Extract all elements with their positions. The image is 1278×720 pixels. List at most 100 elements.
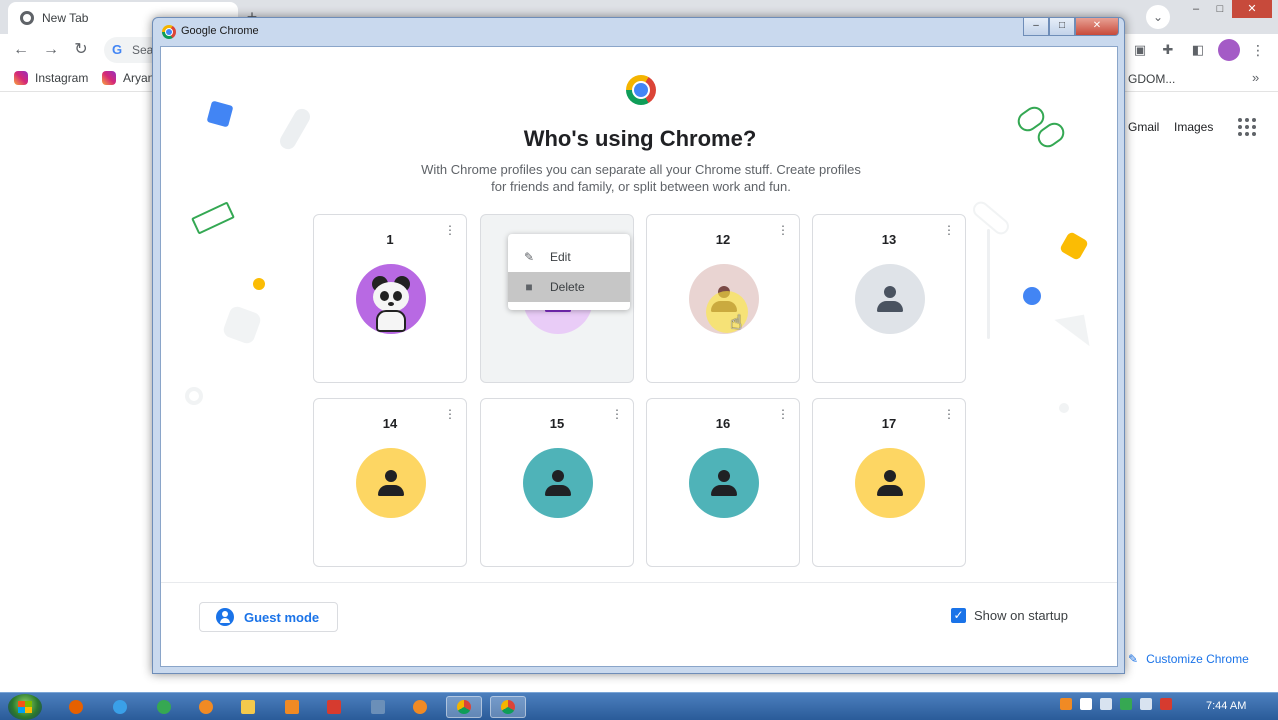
extension-icon[interactable]: ▣ [1132,42,1148,58]
start-button[interactable] [8,694,42,720]
hand-cursor-icon: ☝ [730,312,743,334]
more-options-icon[interactable]: ⋮ [777,224,789,236]
close-button[interactable]: ✕ [1075,18,1119,36]
vlc-taskbar-icon[interactable] [402,696,438,718]
profile-card[interactable]: 16 ⋮ [646,398,800,567]
more-options-icon[interactable]: ⋮ [777,408,789,420]
menu-item-label: Delete [550,280,585,294]
person-icon [356,448,426,518]
instagram-icon [102,71,116,85]
chrome-icon [20,11,34,25]
tray-icon[interactable] [1160,698,1172,710]
more-menu-icon[interactable]: ⋮ [1250,40,1266,60]
maximize-button[interactable]: □ [1049,18,1075,36]
chrome-taskbar-icon[interactable] [490,696,526,718]
customize-chrome-button[interactable]: ✎ Customize Chrome [1128,652,1249,666]
google-icon: G [112,42,123,57]
reload-icon[interactable]: ↻ [72,41,90,59]
gmail-link[interactable]: Gmail [1128,120,1159,134]
minimize-button[interactable]: – [1184,0,1208,18]
panda-avatar [356,264,426,334]
menu-item-edit[interactable]: ✎ Edit [508,242,630,272]
window-controls: – □ ✕ [1184,0,1272,18]
more-options-icon[interactable]: ⋮ [611,408,623,420]
maximize-button[interactable]: □ [1208,0,1232,18]
tray-icon[interactable] [1060,698,1072,710]
side-panel-icon[interactable]: ◧ [1190,42,1206,58]
show-on-startup-checkbox[interactable]: ✓ Show on startup [951,608,1068,623]
tab-title: New Tab [42,11,89,25]
menu-item-label: Edit [550,250,571,264]
more-options-icon[interactable]: ⋮ [943,224,955,236]
more-options-icon[interactable]: ⋮ [943,408,955,420]
puzzle-icon[interactable]: ✚ [1160,42,1176,58]
bookmark-label: Aryan [123,71,155,85]
profiles-grid: 1 ⋮ 12 ⋮ 13 ⋮ 14 ⋮ 15 ⋮ 16 ⋮ 17 ⋮ [161,212,1117,582]
app-taskbar-icon[interactable] [102,696,138,718]
window-title: Google Chrome [181,25,259,37]
trash-icon: ■ [525,280,533,294]
profile-picker: Who's using Chrome? With Chrome profiles… [160,46,1118,667]
volume-icon[interactable] [1140,698,1152,710]
profile-card[interactable]: 14 ⋮ [313,398,467,567]
guest-mode-button[interactable]: Guest mode [199,602,338,632]
instagram-icon [14,71,28,85]
account-circle-icon [216,608,234,626]
tray-icon[interactable] [1080,698,1092,710]
profile-card[interactable]: 1 ⋮ [313,214,467,383]
profile-card[interactable]: 15 ⋮ [480,398,634,567]
app-taskbar-icon[interactable] [274,696,310,718]
chrome-taskbar-icon[interactable] [446,696,482,718]
app-taskbar-icon[interactable] [360,696,396,718]
apps-grid-icon[interactable] [1238,118,1256,136]
bookmark-aryan[interactable]: Aryan [102,71,154,85]
page-title: Who's using Chrome? [523,126,757,151]
close-button[interactable]: ✕ [1232,0,1272,18]
app-taskbar-icon[interactable] [146,696,182,718]
person-icon [855,448,925,518]
chrome-logo-icon [626,75,656,105]
system-tray [1060,698,1172,710]
tray-icon[interactable] [1120,698,1132,710]
taskbar: 7:44 AM [0,692,1278,720]
scrollbar[interactable] [987,229,990,339]
chevron-right-icon[interactable]: » [1252,70,1259,85]
more-options-icon[interactable]: ⋮ [444,408,456,420]
bookmark-overflow-item[interactable]: GDOM... [1128,72,1175,86]
forward-icon[interactable]: → [42,41,60,59]
pencil-icon: ✎ [523,250,535,264]
profile-context-menu: ✎ Edit ■ Delete [508,234,630,310]
explorer-taskbar-icon[interactable] [230,696,266,718]
profile-avatar[interactable] [1218,39,1240,61]
back-icon[interactable]: ← [12,41,30,59]
profile-card[interactable]: 13 ⋮ [812,214,966,383]
more-options-icon[interactable]: ⋮ [444,224,456,236]
windows-icon [18,701,32,713]
omnibox-text: Sea [132,43,154,57]
decorative-square [206,100,234,128]
person-icon [855,264,925,334]
guest-mode-label: Guest mode [244,609,320,625]
clock[interactable]: 7:44 AM [1206,700,1246,712]
firefox-taskbar-icon[interactable] [58,696,94,718]
chrome-icon [162,25,176,39]
page-subtitle: With Chrome profiles you can separate al… [421,162,861,194]
window-controls: – □ ✕ [1023,18,1119,36]
app-taskbar-icon[interactable] [188,696,224,718]
pencil-icon: ✎ [1128,652,1139,666]
app-taskbar-icon[interactable] [316,696,352,718]
tray-icon[interactable] [1100,698,1112,710]
bookmark-instagram[interactable]: Instagram [14,71,88,85]
profile-picker-window: Google Chrome – □ ✕ Who's using Chrome? … [152,17,1125,674]
tab-search-button[interactable]: ⌄ [1146,5,1170,29]
divider [161,582,1117,583]
profile-card[interactable]: 17 ⋮ [812,398,966,567]
person-icon [689,448,759,518]
checkbox-checked-icon[interactable]: ✓ [951,608,966,623]
images-link[interactable]: Images [1174,120,1213,134]
window-titlebar[interactable]: Google Chrome – □ ✕ [153,18,1124,46]
person-icon [523,448,593,518]
minimize-button[interactable]: – [1023,18,1049,36]
menu-item-delete[interactable]: ■ Delete [508,272,630,302]
show-on-startup-label: Show on startup [974,608,1068,623]
